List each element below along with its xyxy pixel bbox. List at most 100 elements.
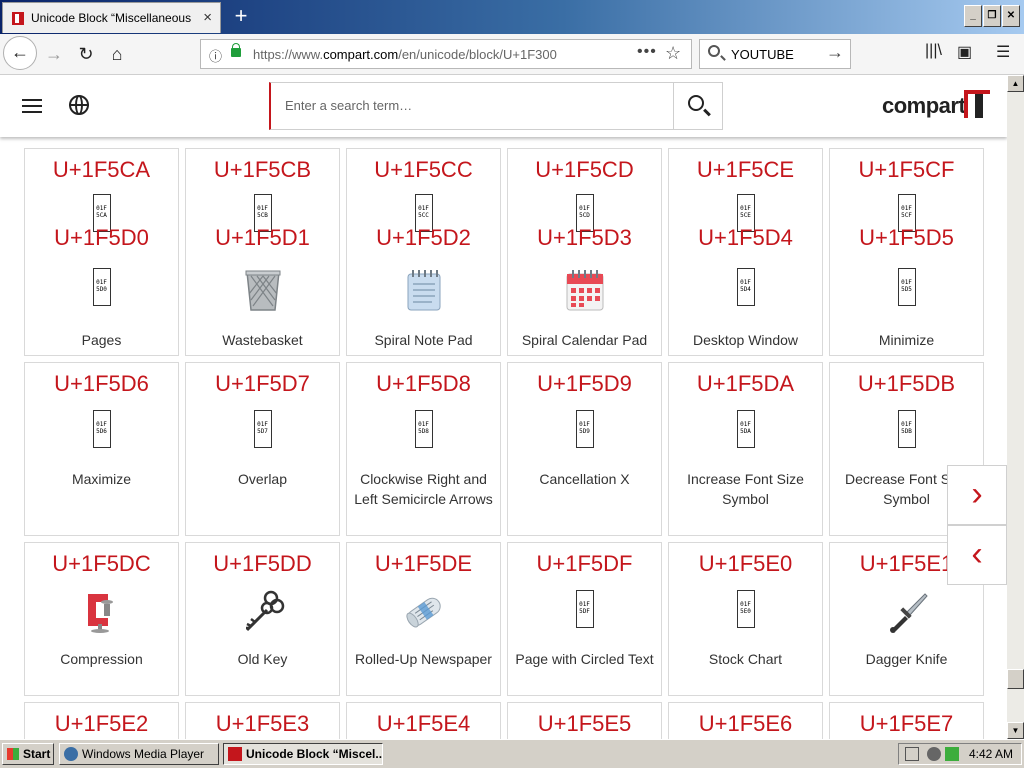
page-actions-icon[interactable]: ••• bbox=[637, 43, 657, 61]
new-tab-button[interactable]: + bbox=[230, 3, 252, 29]
missing-glyph-box: 01F 5D0 bbox=[92, 268, 111, 306]
unicode-card[interactable]: U+1F5DE Rolled-Up Newspaper bbox=[346, 542, 501, 696]
unicode-card[interactable]: U+1F5D0 01F 5D0 Pages bbox=[24, 225, 179, 356]
unicode-card[interactable]: U+1F5E7 bbox=[829, 702, 984, 739]
tab-close-icon[interactable]: × bbox=[203, 9, 212, 26]
codepoint-label: U+1F5DA bbox=[696, 371, 795, 396]
codepoint-label: U+1F5D9 bbox=[537, 371, 632, 396]
unicode-card[interactable]: U+1F5E3 bbox=[185, 702, 340, 739]
codepoint-label: U+1F5DD bbox=[213, 551, 312, 576]
spiral-note-pad-icon bbox=[402, 268, 446, 312]
unicode-card[interactable]: U+1F5D9 01F 5D9 Cancellation X bbox=[507, 362, 662, 536]
unicode-card[interactable]: U+1F5DC Compression bbox=[24, 542, 179, 696]
missing-glyph-box: 01F 5D6 bbox=[92, 410, 111, 448]
missing-glyph-box: 01F 5DA bbox=[736, 410, 755, 448]
unicode-card[interactable]: U+1F5E4 bbox=[346, 702, 501, 739]
keyboard-icon[interactable] bbox=[905, 747, 919, 761]
missing-glyph-box: 01F 5E0 bbox=[736, 590, 755, 628]
back-button[interactable]: ← bbox=[3, 36, 37, 70]
unicode-card[interactable]: U+1F5DD Old Key bbox=[185, 542, 340, 696]
codepoint-label: U+1F5D6 bbox=[54, 371, 149, 396]
codepoint-label: U+1F5E0 bbox=[698, 551, 793, 576]
unicode-card[interactable]: U+1F5D1 Wastebasket bbox=[185, 225, 340, 356]
scroll-down-arrow-icon[interactable]: ▼ bbox=[1007, 722, 1024, 739]
codepoint-label: U+1F5D3 bbox=[537, 225, 632, 250]
codepoint-label: U+1F5D0 bbox=[54, 225, 149, 250]
character-name: Maximize bbox=[71, 471, 132, 487]
character-name: Clockwise Right and Left Semicircle Arro… bbox=[354, 471, 493, 507]
character-name: Overlap bbox=[237, 471, 288, 487]
codepoint-label: U+1F5DB bbox=[857, 371, 956, 396]
character-name: Wastebasket bbox=[222, 332, 303, 348]
forward-button[interactable]: → bbox=[38, 38, 70, 70]
volume-icon[interactable] bbox=[945, 747, 959, 761]
page-content: U+1F5CA 01F 5CA U+1F5CB 01F 5CB U+1F5CC 01F 5… bbox=[0, 75, 1007, 739]
unicode-card[interactable]: U+1F5D4 01F 5D4 Desktop Window bbox=[668, 225, 823, 356]
bookmark-star-icon[interactable]: ☆ bbox=[665, 43, 681, 64]
hamburger-menu-icon[interactable] bbox=[22, 99, 42, 113]
unicode-card[interactable]: U+1F5D7 01F 5D7 Overlap bbox=[185, 362, 340, 536]
prev-arrow-button[interactable]: ‹ bbox=[947, 525, 1007, 585]
vertical-scrollbar[interactable]: ▲ ▼ bbox=[1007, 75, 1024, 739]
unicode-card[interactable]: U+1F5E5 bbox=[507, 702, 662, 739]
rolled-newspaper-icon bbox=[402, 590, 446, 634]
codepoint-label: U+1F5E3 bbox=[215, 711, 310, 736]
reload-button[interactable]: ↻ bbox=[70, 38, 102, 70]
address-bar[interactable]: ⓘ https://www.compart.com/en/unicode/blo… bbox=[200, 39, 692, 69]
restore-window-button[interactable]: ❐ bbox=[983, 5, 1001, 27]
unicode-grid: U+1F5CA 01F 5CA U+1F5CB 01F 5CB U+1F5CC 01F 5… bbox=[0, 75, 1007, 739]
site-header: Enter a search term… compart bbox=[0, 75, 1007, 137]
start-button[interactable]: Start bbox=[2, 743, 54, 765]
codepoint-label: U+1F5E4 bbox=[376, 711, 471, 736]
taskbar-item-media-player[interactable]: Windows Media Player bbox=[59, 743, 219, 765]
unicode-card[interactable]: U+1F5D8 01F 5D8 Clockwise Right and Left S… bbox=[346, 362, 501, 536]
old-key-icon bbox=[241, 590, 285, 634]
unicode-card[interactable]: U+1F5D3 Spiral Calendar Pad bbox=[507, 225, 662, 356]
site-info-icon[interactable]: ⓘ bbox=[209, 46, 222, 65]
character-name: Stock Chart bbox=[708, 651, 783, 667]
character-name: Increase Font Size Symbol bbox=[687, 471, 804, 507]
unicode-card[interactable]: U+1F5E2 bbox=[24, 702, 179, 739]
menu-icon[interactable]: ☰ bbox=[996, 42, 1010, 62]
unicode-card[interactable]: U+1F5D5 01F 5D5 Minimize bbox=[829, 225, 984, 356]
search-icon bbox=[688, 95, 704, 111]
browser-search-value: YOUTUBE bbox=[731, 47, 794, 62]
scrollbar-thumb[interactable] bbox=[1007, 669, 1024, 689]
forward-arrow-icon: → bbox=[45, 44, 63, 64]
unicode-card[interactable]: U+1F5E6 bbox=[668, 702, 823, 739]
missing-glyph-box: 01F 5DB bbox=[885, 410, 929, 454]
codepoint-label: U+1F5CE bbox=[696, 157, 795, 182]
globe-language-icon[interactable] bbox=[69, 95, 89, 115]
codepoint-label: U+1F5D1 bbox=[215, 225, 310, 250]
sidebar-icon[interactable]: ▣ bbox=[957, 42, 972, 62]
home-button[interactable]: ⌂ bbox=[101, 38, 133, 70]
unicode-card[interactable]: U+1F5D2 Spiral Note Pad bbox=[346, 225, 501, 356]
library-icon[interactable]: |||\ bbox=[925, 42, 942, 60]
browser-search-box[interactable]: YOUTUBE → bbox=[699, 39, 851, 69]
close-window-button[interactable]: ✕ bbox=[1002, 5, 1020, 27]
missing-glyph-box: 01F 5DB bbox=[897, 410, 916, 448]
browser-tab[interactable]: Unicode Block “Miscellaneous Symb × bbox=[2, 2, 221, 33]
character-name: Page with Circled Text bbox=[515, 651, 654, 667]
unicode-card[interactable]: U+1F5DF 01F 5DF Page with Circled Text bbox=[507, 542, 662, 696]
compart-logo[interactable]: compart bbox=[882, 93, 966, 119]
scroll-up-arrow-icon[interactable]: ▲ bbox=[1007, 75, 1024, 92]
site-search-box[interactable]: Enter a search term… bbox=[269, 82, 723, 130]
codepoint-label: U+1F5DC bbox=[52, 551, 151, 576]
taskbar-item-browser[interactable]: Unicode Block “Miscel... bbox=[223, 743, 383, 765]
unicode-card[interactable]: U+1F5E0 01F 5E0 Stock Chart bbox=[668, 542, 823, 696]
missing-glyph-box: 01F 5D4 bbox=[736, 268, 755, 306]
unicode-card[interactable]: U+1F5D6 01F 5D6 Maximize bbox=[24, 362, 179, 536]
codepoint-label: U+1F5E5 bbox=[537, 711, 632, 736]
character-name: Desktop Window bbox=[692, 332, 799, 348]
url-domain: compart.com bbox=[323, 47, 399, 62]
search-go-arrow-icon[interactable]: → bbox=[826, 42, 844, 63]
minimize-window-button[interactable]: _ bbox=[964, 5, 982, 27]
network-icon[interactable] bbox=[927, 747, 941, 761]
codepoint-label: U+1F5D4 bbox=[698, 225, 793, 250]
next-arrow-button[interactable]: › bbox=[947, 465, 1007, 525]
site-search-button[interactable] bbox=[673, 83, 722, 129]
media-player-icon bbox=[64, 747, 78, 761]
unicode-card[interactable]: U+1F5DA 01F 5DA Increase Font Size Symbol bbox=[668, 362, 823, 536]
back-arrow-icon: ← bbox=[11, 42, 29, 62]
